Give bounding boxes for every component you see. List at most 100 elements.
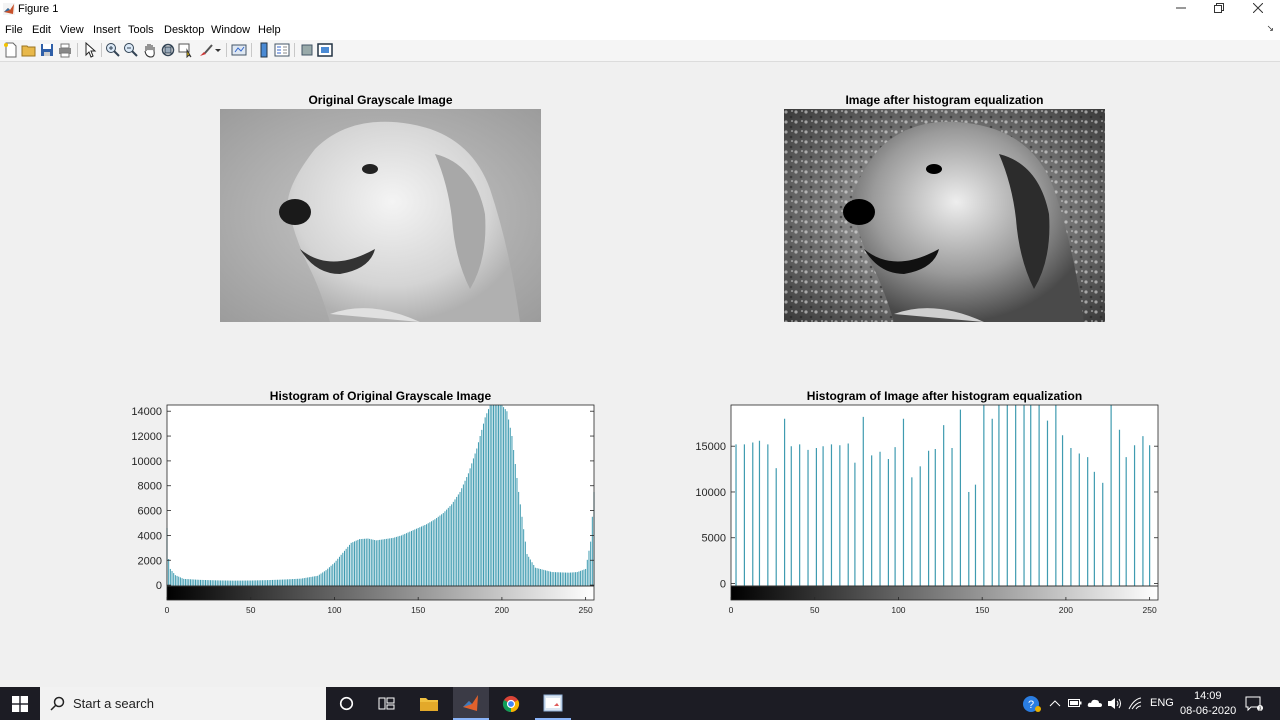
windows-start-icon[interactable] — [12, 696, 28, 712]
search-icon — [50, 696, 65, 711]
clock-time[interactable]: 14:09 — [1194, 690, 1222, 702]
new-figure-icon[interactable] — [3, 42, 19, 58]
taskbar-search-box[interactable]: Start a search — [40, 687, 326, 720]
menu-edit[interactable]: Edit — [32, 24, 51, 36]
zoom-in-icon[interactable] — [105, 42, 121, 58]
window-titlebar: Figure 1 — [0, 0, 1280, 20]
clock-date[interactable]: 08-06-2020 — [1180, 705, 1236, 717]
x-tick-label: 50 — [246, 605, 256, 615]
windows-taskbar: Start a search ? ENG 14:09 08-06-2020 3 — [0, 687, 1280, 720]
x-tick-label: 250 — [1143, 605, 1157, 615]
menu-tools[interactable]: Tools — [128, 24, 154, 36]
y-tick-label: 15000 — [695, 441, 726, 453]
wifi-icon[interactable] — [1127, 697, 1143, 710]
toolbar-separator — [251, 43, 252, 57]
zoom-out-icon[interactable] — [123, 42, 139, 58]
close-icon — [1252, 2, 1264, 14]
x-tick-label: 150 — [975, 605, 989, 615]
toolbar-separator — [101, 43, 102, 57]
menu-desktop[interactable]: Desktop — [164, 24, 204, 36]
show-plot-tools-icon[interactable] — [317, 42, 333, 58]
figure-toolbar — [0, 40, 1280, 62]
menu-view[interactable]: View — [60, 24, 84, 36]
cortana-icon[interactable] — [339, 696, 354, 711]
taskbar-figure-button[interactable] — [535, 687, 571, 720]
y-tick-label: 14000 — [131, 406, 162, 418]
minimize-icon — [1176, 7, 1186, 9]
original-grayscale-image — [220, 109, 541, 322]
y-tick-label: 8000 — [138, 481, 162, 493]
notifications-icon[interactable]: 3 — [1245, 696, 1263, 712]
battery-icon[interactable] — [1068, 698, 1082, 708]
colorbar-icon[interactable] — [256, 42, 272, 58]
x-tick-label: 100 — [891, 605, 905, 615]
dock-arrow-icon[interactable]: ↘ — [1266, 23, 1274, 34]
y-tick-label: 6000 — [138, 506, 162, 518]
y-tick-label: 2000 — [138, 555, 162, 567]
y-tick-label: 0 — [720, 579, 726, 591]
x-tick-label: 0 — [165, 605, 170, 615]
x-tick-label: 50 — [810, 605, 820, 615]
menu-help[interactable]: Help — [258, 24, 281, 36]
restore-icon — [1214, 3, 1224, 13]
matlab-icon — [463, 695, 478, 711]
taskbar-matlab-button[interactable] — [453, 687, 489, 720]
minimize-button[interactable] — [1162, 0, 1200, 20]
data-cursor-icon[interactable] — [178, 42, 194, 58]
hide-plot-tools-icon[interactable] — [299, 42, 315, 58]
task-view-icon[interactable] — [378, 696, 395, 711]
close-button[interactable] — [1239, 0, 1277, 20]
pointer-icon[interactable] — [82, 42, 98, 58]
x-tick-label: 100 — [327, 605, 341, 615]
y-tick-label: 5000 — [702, 533, 726, 545]
figure-window-icon — [543, 694, 563, 712]
menu-insert[interactable]: Insert — [93, 24, 121, 36]
x-tick-label: 200 — [495, 605, 509, 615]
top-left-title: Original Grayscale Image — [308, 93, 453, 107]
brush-icon[interactable] — [198, 42, 214, 58]
save-icon[interactable] — [39, 42, 55, 58]
legend-icon[interactable] — [274, 42, 290, 58]
histogram-original-chart: 0 2000 4000 6000 8000 10000 12000 14000 0 50 100 15… — [131, 404, 595, 615]
svg-text:?: ? — [1028, 699, 1034, 711]
y-tick-label: 4000 — [138, 530, 162, 542]
toolbar-separator — [226, 43, 227, 57]
volume-icon[interactable] — [1107, 697, 1122, 710]
x-tick-label: 150 — [411, 605, 425, 615]
open-file-icon[interactable] — [21, 42, 37, 58]
y-tick-label: 0 — [156, 580, 162, 592]
grayscale-colorbar — [731, 586, 1158, 600]
file-explorer-icon[interactable] — [419, 695, 439, 712]
link-plot-icon[interactable] — [231, 42, 247, 58]
x-tick-label: 200 — [1059, 605, 1073, 615]
y-tick-label: 10000 — [131, 456, 162, 468]
print-icon[interactable] — [57, 42, 73, 58]
language-indicator[interactable]: ENG — [1150, 697, 1174, 709]
figure-canvas: Original Grayscale Image Image after his… — [0, 62, 1280, 686]
chevron-up-icon[interactable] — [1049, 698, 1061, 708]
pan-icon[interactable] — [142, 42, 158, 58]
x-tick-label: 0 — [729, 605, 734, 615]
menu-bar: File Edit View Insert Tools Desktop Wind… — [0, 20, 1280, 40]
y-tick-label: 12000 — [131, 431, 162, 443]
bottom-left-title: Histogram of Original Grayscale Image — [269, 389, 492, 403]
toolbar-separator — [77, 43, 78, 57]
rotate-3d-icon[interactable] — [160, 42, 176, 58]
menu-window[interactable]: Window — [211, 24, 250, 36]
window-title: Figure 1 — [18, 3, 59, 15]
onedrive-icon[interactable] — [1087, 697, 1103, 709]
toolbar-separator — [294, 43, 295, 57]
x-tick-label: 250 — [579, 605, 593, 615]
brush-dropdown-icon[interactable] — [214, 42, 222, 58]
search-placeholder: Start a search — [73, 696, 154, 711]
grayscale-colorbar — [167, 586, 594, 600]
help-tray-icon[interactable]: ? — [1022, 695, 1042, 713]
top-right-title: Image after histogram equalization — [845, 93, 1044, 107]
menu-file[interactable]: File — [5, 24, 23, 36]
equalized-image — [784, 109, 1105, 322]
histogram-equalized-chart: 0 5000 10000 15000 0 50 100 150 200 250 — [695, 404, 1159, 615]
bottom-right-title: Histogram of Image after histogram equal… — [806, 389, 1083, 403]
chrome-icon[interactable] — [502, 695, 520, 713]
svg-text:3: 3 — [1259, 707, 1262, 713]
restore-button[interactable] — [1200, 0, 1238, 20]
